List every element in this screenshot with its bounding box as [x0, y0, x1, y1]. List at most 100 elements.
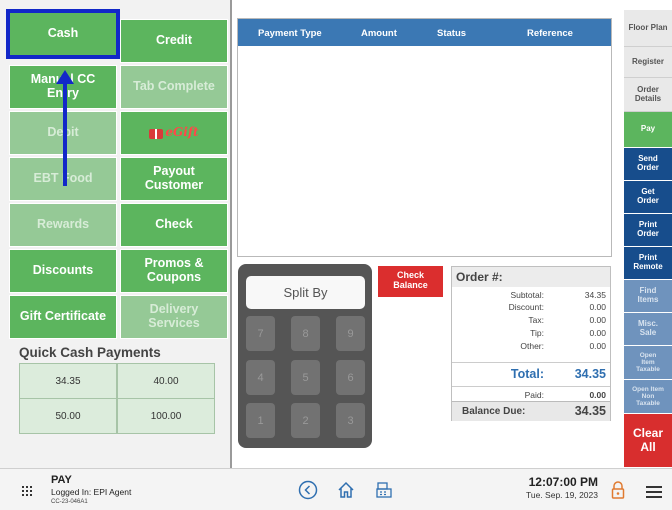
status-bar: PAY Logged In: EPI Agent CC-23-046A1 12:… [0, 468, 672, 510]
discount-label: Discount: [508, 302, 544, 312]
keypad-key[interactable]: 2 [291, 403, 320, 438]
balance-due-value: 34.35 [574, 404, 606, 418]
keypad-key[interactable]: 9 [336, 316, 365, 351]
open-item-non-taxable-button[interactable]: Open Item Non Taxable [624, 380, 672, 414]
floor-plan-label: Floor Plan [628, 22, 668, 32]
menu-icon[interactable] [646, 486, 662, 498]
check-label: Check [155, 217, 193, 232]
column-header: Amount [361, 28, 397, 39]
cash-button[interactable]: Cash [6, 9, 120, 59]
gift-certificate-button[interactable]: Gift Certificate [9, 295, 117, 339]
quick-cash-button[interactable]: 50.00 [19, 398, 117, 434]
lock-icon[interactable] [606, 478, 630, 502]
keypad-key[interactable]: 8 [291, 316, 320, 351]
device-id: CC-23-046A1 [51, 499, 88, 505]
open-item-non-taxable-label: Open Item Non Taxable [632, 385, 664, 408]
order-details-button[interactable]: Order Details [624, 78, 672, 112]
quick-cash-button[interactable]: 40.00 [117, 363, 215, 399]
balance-due-row: Balance Due: 34.35 [452, 401, 610, 421]
column-header: Status [437, 28, 467, 39]
discounts-button[interactable]: Discounts [9, 249, 117, 293]
register-button[interactable]: Register [624, 47, 672, 78]
apps-grid-icon[interactable] [22, 486, 32, 496]
print-remote-button[interactable]: Print Remote [624, 247, 672, 280]
payout-customer-button[interactable]: Payout Customer [120, 157, 228, 201]
promos-coupons-label: Promos & Coupons [144, 256, 204, 284]
clock-date: Tue. Sep. 19, 2023 [526, 490, 598, 500]
tab-complete-button[interactable]: Tab Complete [120, 65, 228, 109]
rewards-button[interactable]: Rewards [9, 203, 117, 247]
quick-cash-button[interactable]: 100.00 [117, 398, 215, 434]
discount-value: 0.00 [589, 302, 606, 312]
pay-label: Pay [640, 124, 656, 134]
credit-label: Credit [155, 33, 193, 48]
keypad-key[interactable]: 4 [246, 360, 275, 395]
promos-coupons-button[interactable]: Promos & Coupons [120, 249, 228, 293]
floor-plan-button[interactable]: Floor Plan [624, 10, 672, 47]
delivery-services-button[interactable]: Delivery Services [120, 295, 228, 339]
paid-row: Paid: 0.00 [452, 386, 610, 402]
keypad-key[interactable]: 6 [336, 360, 365, 395]
tip-value: 0.00 [589, 328, 606, 338]
egift-label: eGift [165, 125, 199, 140]
check-button[interactable]: Check [120, 203, 228, 247]
print-order-label: Print Order [637, 220, 659, 238]
keypad-key[interactable]: 7 [246, 316, 275, 351]
tax-label: Tax: [528, 315, 544, 325]
payments-table-header: Payment Type Amount Status Reference [238, 19, 611, 46]
discounts-label: Discounts [32, 263, 94, 278]
gift-icon [149, 129, 164, 139]
open-item-taxable-label: Open Item Taxable [636, 351, 660, 374]
misc-sale-button[interactable]: Misc. Sale [624, 313, 672, 346]
rewards-label: Rewards [36, 217, 90, 232]
column-header: Payment Type [258, 28, 322, 39]
annotation-arrow [63, 82, 67, 186]
cash-label: Cash [47, 26, 79, 41]
clear-all-button[interactable]: Clear All [624, 414, 672, 468]
screen-title: PAY [51, 474, 72, 486]
order-number-header: Order #: [452, 267, 610, 287]
keypad-key[interactable]: 5 [291, 360, 320, 395]
print-remote-label: Print Remote [633, 253, 663, 271]
pay-button[interactable]: Pay [624, 112, 672, 148]
balance-due-label: Balance Due: [462, 406, 526, 417]
annotation-arrow-head [56, 70, 74, 84]
send-order-label: Send Order [637, 154, 659, 172]
print-order-button[interactable]: Print Order [624, 214, 672, 247]
paid-label: Paid: [524, 390, 544, 400]
back-icon[interactable] [296, 478, 320, 502]
order-details-label: Order Details [634, 84, 662, 103]
find-items-button[interactable]: Find Items [624, 280, 672, 313]
register-icon[interactable] [372, 478, 396, 502]
egift-button[interactable]: eGift [120, 111, 228, 155]
tax-value: 0.00 [589, 315, 606, 325]
get-order-label: Get Order [637, 187, 659, 205]
paid-value: 0.00 [589, 390, 606, 400]
column-header: Reference [527, 28, 573, 39]
clear-all-label: Clear All [632, 426, 664, 454]
order-summary: Order #: Subtotal: 34.35 Discount: 0.00 Ta… [451, 266, 611, 421]
total-value: 34.35 [574, 367, 606, 381]
open-item-taxable-button[interactable]: Open Item Taxable [624, 346, 672, 380]
credit-button[interactable]: Credit [120, 19, 228, 63]
total-row: Total: 34.35 [452, 362, 610, 386]
send-order-button[interactable]: Send Order [624, 148, 672, 181]
total-label: Total: [510, 367, 544, 381]
home-icon[interactable] [334, 478, 358, 502]
payment-methods-panel: Cash Credit Manual CC Entry Tab Complete… [0, 0, 232, 468]
check-balance-button[interactable]: Check Balance [378, 266, 443, 297]
keypad-key[interactable]: 3 [336, 403, 365, 438]
keypad-key[interactable]: 1 [246, 403, 275, 438]
payout-customer-label: Payout Customer [144, 164, 204, 192]
register-label: Register [631, 56, 664, 66]
clock-time: 12:07:00 PM [528, 475, 598, 489]
tab-complete-label: Tab Complete [133, 79, 215, 94]
keypad: Split By 7 8 9 4 5 6 1 2 3 [238, 264, 372, 448]
get-order-button[interactable]: Get Order [624, 181, 672, 214]
logged-in-user: Logged In: EPI Agent [51, 487, 132, 497]
delivery-services-label: Delivery Services [148, 302, 200, 330]
quick-cash-button[interactable]: 34.35 [19, 363, 117, 399]
tip-label: Tip: [530, 328, 544, 338]
split-by-button[interactable]: Split By [246, 276, 365, 309]
check-balance-label: Check Balance [393, 270, 428, 291]
